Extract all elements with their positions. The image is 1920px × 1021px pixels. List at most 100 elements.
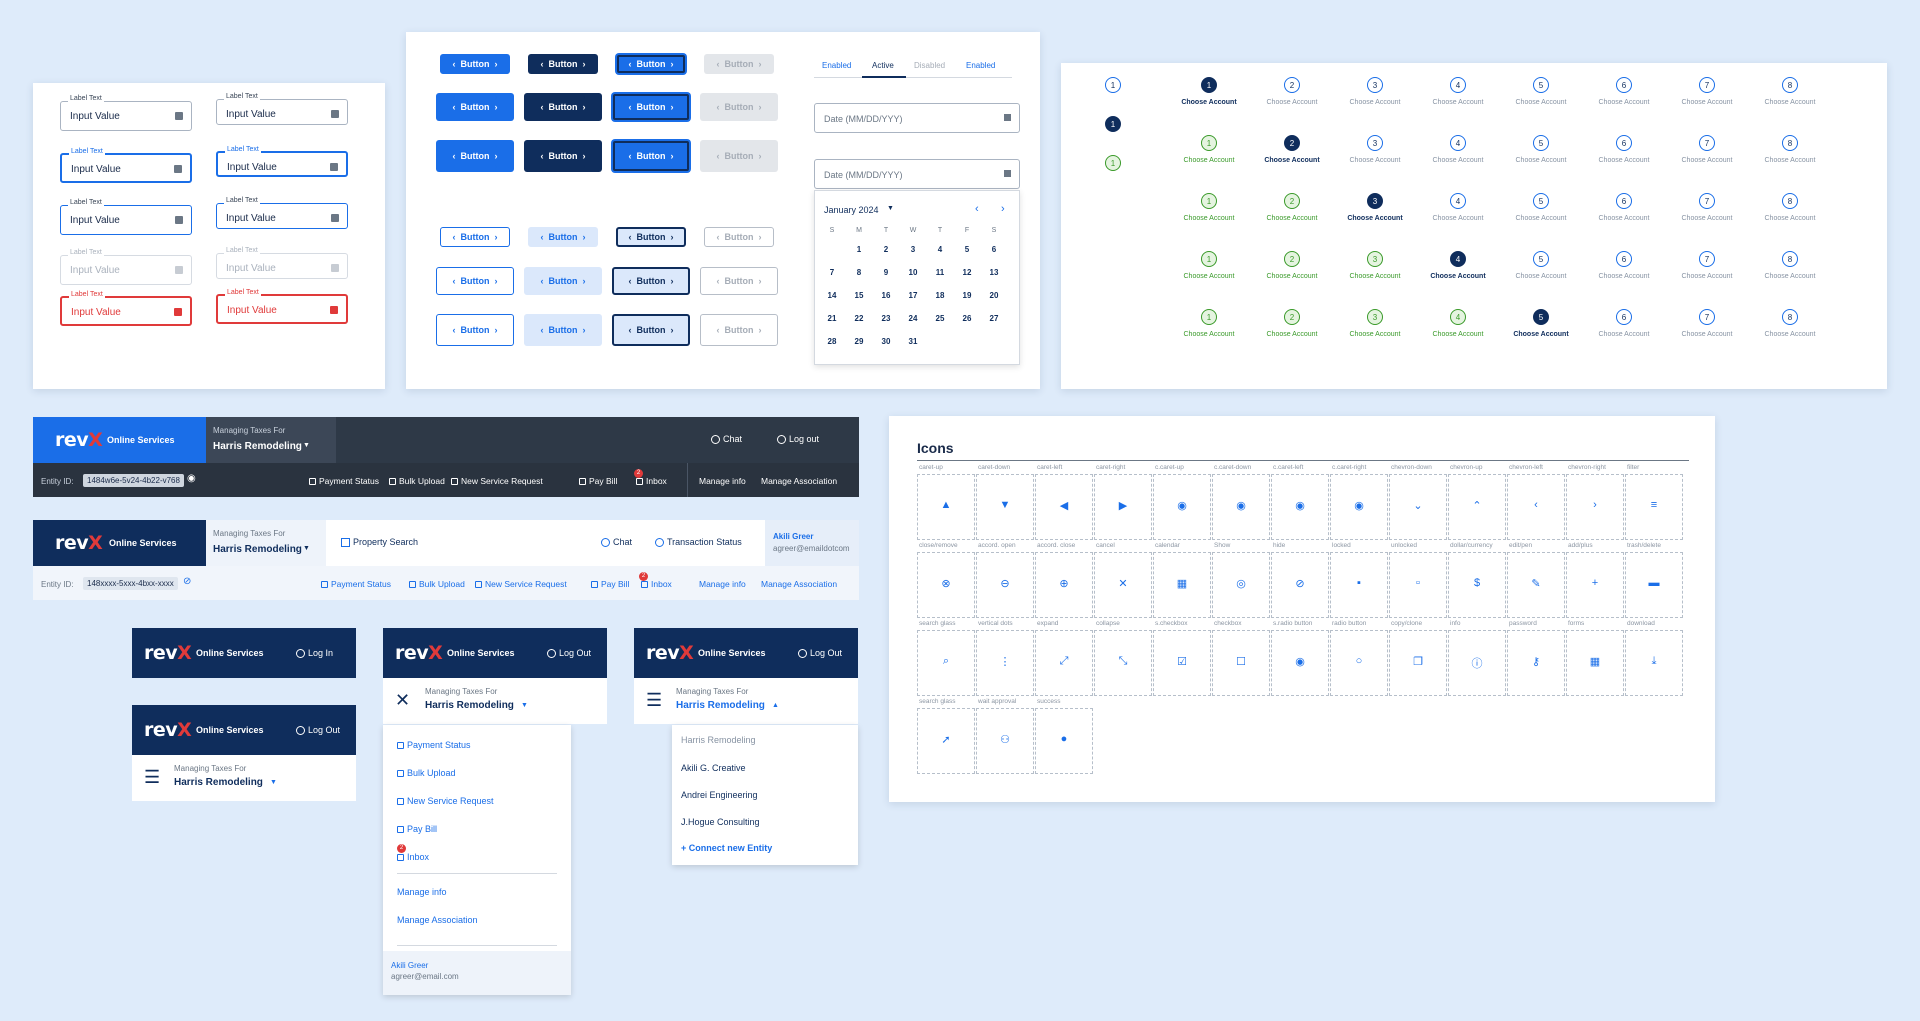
tab-3[interactable]: Enabled: [966, 61, 995, 70]
calendar-icon[interactable]: [175, 216, 183, 224]
calendar-day[interactable]: 10: [904, 268, 922, 277]
menu-item-1[interactable]: Bulk Upload: [397, 768, 456, 778]
close-icon[interactable]: ✕: [395, 690, 410, 711]
download-icon[interactable]: ⤓: [1626, 655, 1682, 668]
step-circle[interactable]: 2: [1284, 135, 1300, 151]
chevron-left-icon[interactable]: ‹: [1508, 499, 1564, 511]
step-circle[interactable]: 6: [1616, 77, 1632, 93]
nav-link-1[interactable]: Bulk Upload: [389, 476, 445, 486]
forms-icon[interactable]: ▦: [1567, 655, 1623, 668]
add-plus-icon[interactable]: +: [1567, 577, 1623, 589]
calendar-icon[interactable]: [174, 308, 182, 316]
nav-link-3[interactable]: Pay Bill: [591, 579, 629, 589]
calendar-day[interactable]: 29: [850, 337, 868, 346]
manage-link-0[interactable]: Manage info: [699, 476, 746, 486]
chevron-icon[interactable]: ▼: [521, 702, 528, 709]
property-search-link[interactable]: Property Search: [341, 537, 418, 548]
calendar-day[interactable]: 17: [904, 291, 922, 300]
input-field[interactable]: Label Text Input Value: [216, 93, 348, 125]
entity-option-2[interactable]: J.Hogue Consulting: [681, 817, 760, 827]
step-circle[interactable]: 7: [1699, 193, 1715, 209]
entity-selector[interactable]: [206, 520, 326, 566]
s-radio-button-icon[interactable]: ◉: [1272, 655, 1328, 668]
step-circle[interactable]: 4: [1450, 77, 1466, 93]
calendar-icon[interactable]: [175, 266, 183, 274]
step-circle[interactable]: 4: [1450, 135, 1466, 151]
calendar-icon[interactable]: [175, 112, 183, 120]
entity-name[interactable]: Harris Remodeling: [213, 441, 302, 452]
button[interactable]: ‹ Button ›: [528, 54, 598, 74]
button[interactable]: ‹ Button ›: [436, 140, 514, 172]
hamburger-icon[interactable]: ☰: [646, 690, 662, 711]
calendar-day[interactable]: 27: [985, 314, 1003, 323]
calendar-day[interactable]: 7: [823, 268, 841, 277]
calendar-icon[interactable]: [174, 165, 182, 173]
search-glass-icon[interactable]: ➚: [918, 733, 974, 746]
user-panel[interactable]: [765, 520, 859, 566]
dollar-currency-icon[interactable]: $: [1449, 577, 1505, 589]
button[interactable]: ‹ Button ›: [528, 227, 598, 247]
step-circle[interactable]: 8: [1782, 77, 1798, 93]
revx-logo[interactable]: revX: [395, 642, 443, 664]
step-circle[interactable]: 4: [1450, 193, 1466, 209]
hide-icon[interactable]: ⊘: [1272, 577, 1328, 590]
input-field[interactable]: Label Text Input Value: [60, 291, 192, 326]
chevron-up-icon[interactable]: ⌃: [1449, 499, 1505, 512]
chevron-icon[interactable]: ▲: [772, 702, 779, 709]
connect-entity-link[interactable]: + Connect new Entity: [681, 843, 772, 853]
caret-up-icon[interactable]: ▲: [918, 499, 974, 511]
step-circle[interactable]: 8: [1782, 135, 1798, 151]
mini-step[interactable]: 1: [1105, 116, 1121, 132]
calendar-day[interactable]: 16: [877, 291, 895, 300]
month-dropdown-icon[interactable]: ▼: [887, 205, 894, 212]
button[interactable]: ‹ Button ›: [612, 314, 690, 346]
c-caret-up-icon[interactable]: ◉: [1154, 499, 1210, 512]
calendar-day[interactable]: 14: [823, 291, 841, 300]
nav-link-4[interactable]: Inbox 2: [634, 469, 667, 486]
step-circle[interactable]: 8: [1782, 309, 1798, 325]
caret-down-icon[interactable]: ▼: [977, 499, 1033, 511]
input-field[interactable]: Label Text Input Value: [60, 148, 192, 183]
tab-2[interactable]: Disabled: [914, 61, 945, 70]
revx-logo[interactable]: revX: [55, 532, 103, 554]
step-circle[interactable]: 5: [1533, 135, 1549, 151]
calendar-month[interactable]: January 2024: [824, 205, 879, 215]
nav-link-1[interactable]: Bulk Upload: [409, 579, 465, 589]
c-caret-left-icon[interactable]: ◉: [1272, 499, 1328, 512]
input-field[interactable]: Label Text Input Value: [216, 146, 348, 177]
chevron-icon[interactable]: ▼: [270, 779, 277, 786]
step-circle[interactable]: 2: [1284, 77, 1300, 93]
calendar-day[interactable]: 30: [877, 337, 895, 346]
button[interactable]: ‹ Button ›: [616, 227, 686, 247]
manage-link-1[interactable]: Manage Association: [761, 579, 837, 589]
logout-button[interactable]: Log Out: [547, 648, 591, 659]
button[interactable]: ‹ Button ›: [524, 314, 602, 346]
chevron-down-icon[interactable]: ▼: [303, 442, 310, 449]
accord--close-icon[interactable]: ⊕: [1036, 577, 1092, 590]
caret-left-icon[interactable]: ◀: [1036, 499, 1092, 512]
calendar-icon[interactable]: [330, 163, 338, 171]
filter-icon[interactable]: ≡: [1626, 499, 1682, 511]
button[interactable]: ‹ Button ›: [436, 93, 514, 121]
step-circle[interactable]: 6: [1616, 251, 1632, 267]
calendar-day[interactable]: 6: [985, 245, 1003, 254]
entity-selector[interactable]: [206, 417, 336, 463]
entity-name[interactable]: Harris Remodeling: [174, 777, 263, 788]
button[interactable]: ‹ Button ›: [616, 54, 686, 74]
calendar-day[interactable]: 24: [904, 314, 922, 323]
entity-name[interactable]: Harris Remodeling: [425, 700, 514, 711]
accord--open-icon[interactable]: ⊖: [977, 577, 1033, 590]
wait-approval-icon[interactable]: ⚇: [977, 733, 1033, 746]
step-circle[interactable]: 3: [1367, 135, 1383, 151]
step-circle[interactable]: 6: [1616, 309, 1632, 325]
chat-link[interactable]: Chat: [711, 434, 742, 445]
step-circle[interactable]: 2: [1284, 251, 1300, 267]
step-circle[interactable]: 6: [1616, 135, 1632, 151]
manage-item-1[interactable]: Manage Association: [397, 915, 478, 925]
entity-selector[interactable]: ✕ Managing Taxes For Harris Remodeling ▼: [383, 678, 607, 724]
eye-icon[interactable]: ◉: [187, 473, 196, 484]
logout-link[interactable]: Log out: [777, 434, 819, 445]
revx-logo[interactable]: revX: [55, 429, 103, 451]
nav-link-2[interactable]: New Service Request: [451, 476, 543, 486]
login-button[interactable]: Log In: [296, 648, 333, 659]
